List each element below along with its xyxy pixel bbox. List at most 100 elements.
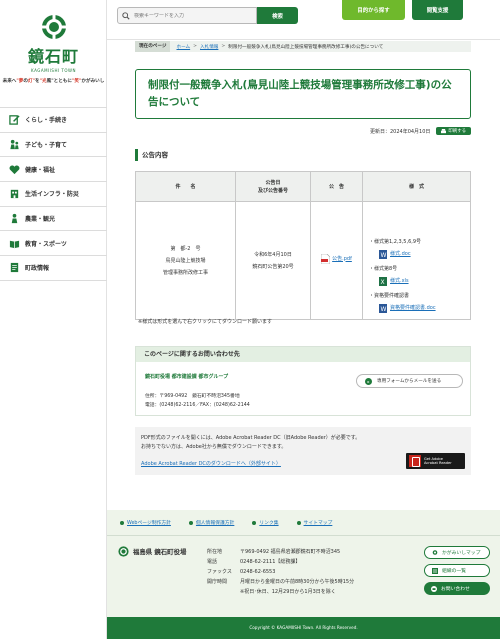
breadcrumb-home[interactable]: ホーム: [176, 44, 190, 50]
nav-label: 生活インフラ・防災: [25, 191, 79, 199]
header-date-line: 公告日: [265, 179, 281, 186]
format-group: ・資格要件確認書 W 資格要件確認書.doc: [369, 292, 470, 313]
breadcrumb: 現在のページ ホーム > 入札情報 > 制限付一般競争入札(鳥見山陸上競技場管理…: [135, 41, 471, 52]
cell-notice: 公告.pdf: [310, 201, 363, 320]
adobe-download-link[interactable]: Adobe Acrobat Reader DCのダウンロードへ（外部サイト）: [141, 460, 281, 467]
column-header-date: 公告日 及び公告番号: [235, 171, 311, 202]
footer: 福島県 鏡石町役場 所在地 〒969-0492 福島県岩瀬郡鏡石町不時沼345 電…: [107, 535, 500, 617]
book-icon: [9, 240, 20, 248]
printer-icon: [441, 128, 447, 133]
search-button[interactable]: 検索: [257, 7, 298, 24]
format-file: W 様式.doc: [369, 250, 470, 259]
building-icon: [10, 190, 19, 199]
updated-date: 更新日：2024年04月10日: [369, 128, 431, 135]
nav-label: 農業・観光: [25, 216, 56, 224]
breadcrumb-current: 制限付一般競争入札(鳥見山陸上競技場管理事務所改修工事)の公告について: [228, 44, 384, 50]
format-label: ・様式第1,2,3,5,6,9号: [369, 239, 422, 245]
sidebar: 鏡石町 KAGAMIISHI TOWN 未来へ"夢の灯"を"光風"とともに"笑"…: [0, 0, 107, 639]
column-header-name: 件 名: [135, 171, 236, 202]
notice-pdf-label: 公告.pdf: [332, 255, 352, 262]
breadcrumb-separator: >: [193, 44, 197, 49]
svg-text:W: W: [381, 306, 387, 313]
header-date-line: 及び公告番号: [257, 187, 288, 194]
adobe-text-line: PDF形式のファイルを開くには、Adobe Acrobat Reader DC（…: [141, 435, 361, 441]
search-input[interactable]: [134, 12, 244, 19]
footer-buttons: かがみいしマップ 組織の一覧 お問い合わせ: [424, 546, 490, 600]
nav-item-children[interactable]: 子ども・子育て: [0, 133, 107, 158]
name-line: 第 都-2 号: [170, 245, 201, 252]
title-box: 制限付一般競争入札(鳥見山陸上競技場管理事務所改修工事)の公告について: [135, 69, 471, 119]
footer-info-row: ファックス 0248-62-6553: [207, 569, 276, 575]
breadcrumb-label: 現在のページ: [135, 41, 171, 52]
map-pin-icon: [432, 549, 438, 555]
list-icon: [432, 567, 438, 574]
search-icon: [122, 11, 130, 20]
format-group: ・様式第8号 X 様式.xls: [369, 265, 470, 286]
format-doc-link[interactable]: 様式.doc: [390, 250, 411, 259]
nav-item-living[interactable]: くらし・手続き: [0, 108, 107, 133]
adobe-badge-text: Get Adobe Acrobat Reader: [424, 456, 452, 466]
arrow-right-icon: ▸: [365, 377, 372, 385]
mail-form-button[interactable]: ▸ 専用フォームからメールを送る: [356, 374, 463, 388]
adobe-text-line: お持ちでない方は、Adobe社から無償でダウンロードできます。: [141, 444, 287, 450]
svg-text:X: X: [381, 279, 385, 286]
contact-address-line: 住所：〒969-0492 鏡石町不時沼345番地: [145, 394, 240, 399]
cell-date: 令和6年4月10日 鏡石町公告第20号: [235, 201, 311, 320]
bid-table: 件 名 公告日 及び公告番号 公 告 様 式 第 都-2 号 鳥見山陸上競技場 管…: [135, 171, 471, 320]
format-file: W 資格要件確認書.doc: [369, 304, 470, 313]
contact-box: このページに関するお問い合わせ先 鏡石町役場 都市建設課 都市グループ 住所：〒…: [135, 346, 471, 416]
print-button[interactable]: 印刷する: [436, 127, 471, 135]
town-emblem-icon: [118, 546, 129, 557]
pdf-icon: [321, 253, 331, 264]
footer-link-web-policy[interactable]: Webページ制作方針: [120, 519, 171, 526]
adobe-reader-badge[interactable]: Get Adobe Acrobat Reader: [406, 453, 465, 469]
logo-title: 鏡石町: [27, 47, 79, 66]
adobe-logo-icon: [409, 455, 421, 467]
document-icon: [10, 263, 19, 273]
find-by-purpose-button[interactable]: 目的から探す: [342, 0, 405, 20]
pencil-icon: [9, 115, 20, 126]
footer-info: 所在地 〒969-0492 福島県岩瀬郡鏡石町不時沼345 電話 0248-62-2…: [207, 547, 354, 597]
nav-label: くらし・手続き: [25, 117, 68, 125]
name-line: 管理事務所改修工事: [162, 269, 208, 276]
organization-list-button[interactable]: 組織の一覧: [424, 564, 490, 577]
print-label: 印刷する: [448, 129, 466, 134]
adobe-notice: PDF形式のファイルを開くには、Adobe Acrobat Reader DC（…: [135, 427, 471, 475]
inquiry-button[interactable]: お問い合わせ: [424, 582, 490, 595]
nav-item-health[interactable]: 健康・福祉: [0, 157, 107, 183]
notice-pdf-link[interactable]: 公告.pdf: [321, 253, 352, 265]
footer-org-name: 福島県 鏡石町役場: [133, 548, 187, 556]
logo-subtitle: KAGAMIISHI TOWN: [31, 68, 76, 73]
bullet-icon: [188, 520, 193, 525]
tagline: 未来へ"夢の灯"を"光風"とともに"笑"かがみいし: [2, 79, 105, 84]
breadcrumb-bids[interactable]: 入札情報: [200, 44, 218, 50]
breadcrumb-separator: >: [221, 44, 226, 49]
footer-link-sitemap[interactable]: サイトマップ: [296, 519, 332, 526]
nav-item-agri[interactable]: 農業・観光: [0, 207, 107, 232]
format-label: ・資格要件確認書: [369, 293, 410, 299]
contact-address: 住所：〒969-0492 鏡石町不時沼345番地 電話：(0248)62-211…: [145, 392, 250, 410]
nav-label: 町政情報: [25, 265, 50, 273]
adobe-text: PDF形式のファイルを開くには、Adobe Acrobat Reader DC（…: [141, 434, 465, 452]
nav-item-infra[interactable]: 生活インフラ・防災: [0, 182, 107, 207]
format-xls-link[interactable]: 様式.xls: [390, 277, 409, 286]
name-line: 鳥見山陸上競技場: [165, 257, 206, 264]
footer-link-links[interactable]: リンク集: [252, 519, 279, 526]
nav-label: 健康・福祉: [25, 166, 56, 174]
nav-label: 子ども・子育て: [25, 142, 68, 150]
accessibility-button[interactable]: 閲覧支援: [412, 0, 463, 20]
town-map-button[interactable]: かがみいしマップ: [424, 546, 490, 559]
mail-icon: [431, 585, 437, 592]
column-header-format: 様 式: [362, 171, 471, 202]
format-group: ・様式第1,2,3,5,6,9号 W 様式.doc: [369, 238, 470, 259]
qualification-doc-link[interactable]: 資格要件確認書.doc: [390, 304, 436, 313]
update-row: 更新日：2024年04月10日 印刷する: [320, 126, 471, 136]
nav-item-government[interactable]: 町政情報: [0, 256, 107, 281]
contact-department: 鏡石町役場 都市建設課 都市グループ: [145, 374, 229, 380]
date-line: 令和6年4月10日: [254, 251, 292, 258]
nav-item-education[interactable]: 教育・スポーツ: [0, 231, 107, 257]
nav-label: 教育・スポーツ: [25, 240, 67, 248]
footer-link-privacy[interactable]: 個人情報保護方針: [188, 519, 234, 526]
site-logo[interactable]: 鏡石町 KAGAMIISHI TOWN: [0, 14, 107, 73]
heart-icon: [9, 165, 20, 174]
